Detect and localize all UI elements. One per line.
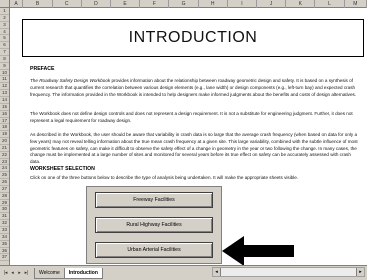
row-number[interactable]: 35	[0, 241, 9, 248]
column-header[interactable]: E	[111, 0, 141, 8]
freeway-facilities-button[interactable]: Freeway Facilities	[95, 192, 213, 208]
page-title: INTRODUCTION	[128, 29, 258, 46]
row-number[interactable]: 15	[0, 104, 9, 111]
row-number[interactable]: 17	[0, 118, 9, 125]
row-number[interactable]: 8	[0, 56, 9, 63]
row-number[interactable]: 14	[0, 97, 9, 104]
tab-welcome[interactable]: Welcome	[34, 267, 65, 279]
row-number[interactable]: 6	[0, 42, 9, 50]
row-number[interactable]: 13	[0, 90, 9, 97]
worksheet-selection-heading: WORKSHEET SELECTION	[30, 166, 95, 172]
row-number[interactable]: 25	[0, 172, 9, 180]
rural-highway-facilities-button[interactable]: Rural Highway Facilities	[95, 217, 213, 233]
row-number[interactable]: 19	[0, 131, 9, 139]
row-number[interactable]: 5	[0, 35, 9, 43]
title-box: INTRODUCTION	[22, 19, 364, 57]
urban-arterial-facilities-button[interactable]: Urban Arterial Facilities	[95, 242, 213, 258]
workbook-title-italic: The Roadway Safety Design Workbook	[30, 78, 111, 83]
row-number[interactable]: 33	[0, 227, 9, 234]
row-number[interactable]: 18	[0, 124, 9, 132]
row-number[interactable]: 3	[0, 22, 9, 29]
row-number[interactable]: 21	[0, 145, 9, 152]
column-header[interactable]: I	[228, 0, 258, 8]
facility-button-panel: Freeway Facilities Rural Highway Facilit…	[86, 186, 222, 264]
row-header-bar: 1 2 3 4 5 6 7 8 9 10 11 12 13 14 15 16 17 18 19 20 21 22 23 24 2…	[0, 8, 10, 265]
pointer-arrow-icon	[222, 236, 294, 266]
select-all-corner[interactable]	[0, 0, 10, 8]
row-number[interactable]: 22	[0, 152, 9, 159]
preface-paragraph-2: The Workbook does not define design cont…	[30, 111, 353, 123]
next-sheet-icon[interactable]: ▸	[16, 269, 23, 278]
row-number[interactable]: 23	[0, 159, 9, 166]
column-header[interactable]: M	[345, 0, 367, 8]
row-number[interactable]: 4	[0, 29, 9, 36]
horizontal-scrollbar[interactable]: ◂ ▸	[212, 267, 365, 277]
tab-navigation: |◂ ◂ ▸ ▸|	[2, 269, 30, 278]
column-header[interactable]: G	[169, 0, 199, 8]
row-number[interactable]: 24	[0, 165, 9, 173]
column-header[interactable]: C	[53, 0, 82, 8]
row-number[interactable]: 27	[0, 186, 9, 193]
row-number[interactable]: 26	[0, 179, 9, 186]
preface-paragraph-3: As described in the Workbook, the user s…	[30, 132, 358, 165]
row-number[interactable]: 34	[0, 234, 9, 241]
scroll-right-icon[interactable]: ▸	[356, 268, 364, 276]
preface-paragraph-1: The Roadway Safety Design Workbook provi…	[30, 78, 360, 98]
column-header[interactable]: H	[199, 0, 228, 8]
column-header[interactable]: J	[257, 0, 287, 8]
row-number[interactable]: 9	[0, 63, 9, 70]
column-header[interactable]: B	[23, 0, 53, 8]
preface-heading: PREFACE	[30, 66, 55, 72]
column-header[interactable]: L	[315, 0, 345, 8]
row-number[interactable]: 1	[0, 8, 9, 15]
worksheet-instructions: Click on one of the three buttons below …	[30, 175, 299, 180]
first-sheet-icon[interactable]: |◂	[2, 269, 9, 278]
row-number[interactable]: 30	[0, 206, 9, 214]
row-number[interactable]: 12	[0, 83, 9, 91]
row-number[interactable]: 11	[0, 76, 9, 84]
scroll-left-icon[interactable]: ◂	[213, 268, 221, 276]
column-header[interactable]: A	[10, 0, 24, 8]
row-number[interactable]: 31	[0, 213, 9, 221]
row-number[interactable]: 20	[0, 138, 9, 145]
row-number[interactable]: 32	[0, 220, 9, 227]
column-header-bar: A B C D E F G H I J K L M	[0, 0, 367, 8]
row-number[interactable]: 2	[0, 15, 9, 22]
row-number[interactable]: 7	[0, 49, 9, 56]
spreadsheet-window: A B C D E F G H I J K L M 1 2 3 4 5 6 7 8 9 10 11 1…	[0, 0, 367, 280]
last-sheet-icon[interactable]: ▸|	[23, 269, 30, 278]
row-number[interactable]: 16	[0, 111, 9, 118]
row-number[interactable]: 36	[0, 248, 9, 255]
prev-sheet-icon[interactable]: ◂	[9, 269, 16, 278]
row-number[interactable]: 10	[0, 70, 9, 77]
row-number[interactable]: 37	[0, 254, 9, 262]
column-header[interactable]: D	[82, 0, 111, 8]
sheet-content: INTRODUCTION PREFACE The Roadway Safety …	[10, 8, 367, 266]
tab-introduction[interactable]: Introduction	[63, 267, 103, 279]
row-number[interactable]: 28	[0, 193, 9, 200]
row-number[interactable]: 29	[0, 200, 9, 207]
column-header[interactable]: F	[140, 0, 170, 8]
column-header[interactable]: K	[286, 0, 316, 8]
